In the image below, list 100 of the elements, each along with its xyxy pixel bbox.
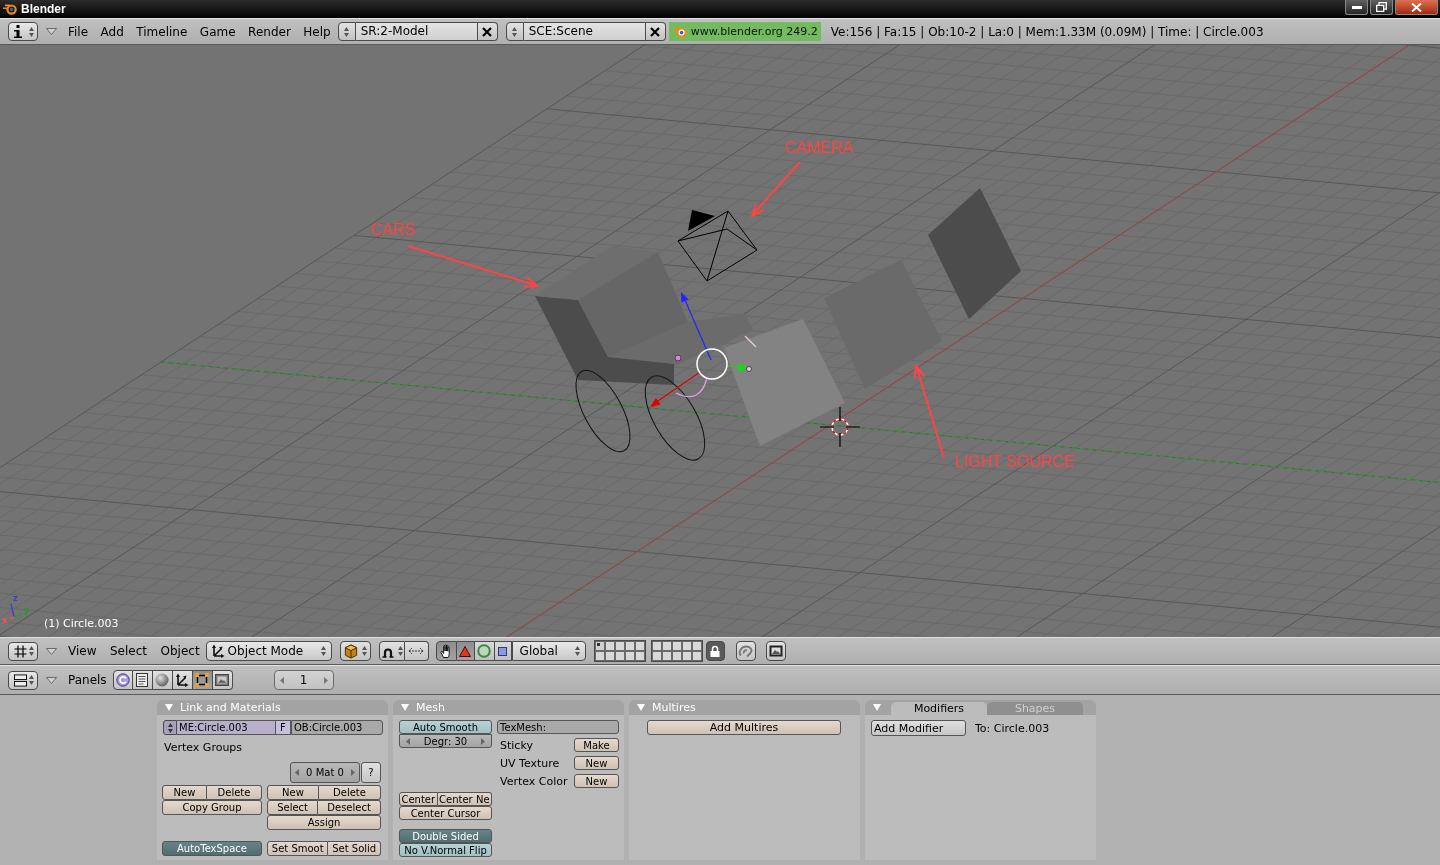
center-new-button[interactable]: Center Ne bbox=[437, 792, 492, 806]
material-index-field[interactable]: 0 Mat 0 bbox=[290, 762, 360, 783]
layer-button[interactable] bbox=[691, 641, 702, 651]
3d-viewport[interactable]: CARS CAMERA LIGHT SOURCE z y x (1) Circle.003 bbox=[0, 45, 1440, 637]
panels-menu[interactable]: Panels bbox=[68, 673, 107, 687]
layer-button[interactable] bbox=[594, 651, 605, 661]
tex-mesh-field[interactable]: TexMesh: bbox=[497, 720, 619, 734]
manipulator-button[interactable] bbox=[474, 641, 495, 661]
manipulator-ring[interactable] bbox=[696, 348, 728, 380]
context-button[interactable] bbox=[192, 670, 213, 690]
center-button[interactable]: Center bbox=[399, 792, 438, 806]
material-delete-button[interactable]: Delete bbox=[319, 785, 381, 800]
x-axis-arrow[interactable] bbox=[650, 371, 701, 407]
lock-button[interactable] bbox=[705, 641, 725, 661]
browse-button[interactable] bbox=[163, 720, 177, 735]
context-button[interactable] bbox=[212, 670, 233, 690]
copy-group-button[interactable]: Copy Group bbox=[162, 800, 262, 815]
fake-user-button[interactable]: F bbox=[276, 720, 291, 735]
minimize-button[interactable] bbox=[1345, 0, 1368, 15]
object-name-field[interactable]: OB:Circle.003 bbox=[291, 720, 383, 735]
layer-button[interactable] bbox=[661, 651, 672, 661]
editor-type-button[interactable] bbox=[8, 641, 38, 661]
layer-button[interactable] bbox=[634, 641, 645, 651]
menu-item[interactable]: Object bbox=[160, 644, 200, 658]
layer-button[interactable] bbox=[614, 651, 625, 661]
right-arrow-icon[interactable] bbox=[323, 676, 328, 684]
manipulator-button[interactable] bbox=[456, 641, 475, 661]
assign-button[interactable]: Assign bbox=[267, 815, 381, 830]
row-action-button[interactable]: New bbox=[574, 774, 619, 788]
panel-tab[interactable]: Modifiers bbox=[891, 702, 987, 715]
layer-button[interactable] bbox=[661, 641, 672, 651]
right-arrow-icon[interactable] bbox=[481, 737, 485, 745]
auto-tex-space-toggle[interactable]: AutoTexSpace bbox=[162, 841, 262, 856]
mesh-option-toggle[interactable]: Double Sided bbox=[399, 829, 492, 843]
mesh-option-toggle[interactable]: No V.Normal Flip bbox=[399, 843, 492, 857]
layer-button[interactable] bbox=[651, 641, 662, 651]
layer-button[interactable] bbox=[594, 641, 605, 651]
menu-item[interactable]: View bbox=[68, 644, 97, 658]
right-arrow-icon[interactable] bbox=[351, 769, 355, 776]
layer-button[interactable] bbox=[604, 641, 615, 651]
menu-item[interactable]: Timeline bbox=[136, 24, 188, 39]
mode-dropdown[interactable]: Object Mode bbox=[205, 641, 332, 661]
degree-field[interactable]: Degr: 30 bbox=[399, 734, 492, 748]
browse-button[interactable] bbox=[505, 22, 524, 41]
row-action-button[interactable]: New bbox=[574, 756, 619, 770]
menu-item[interactable]: Game bbox=[199, 24, 236, 39]
left-arrow-icon[interactable] bbox=[406, 737, 410, 745]
panel-header[interactable]: Modifiers Shapes bbox=[865, 700, 1096, 715]
draw-type-button[interactable] bbox=[339, 641, 371, 661]
layer-button[interactable] bbox=[691, 651, 702, 661]
editor-type-button[interactable] bbox=[8, 670, 38, 690]
scene-name-field[interactable]: SCE:Scene bbox=[523, 22, 646, 41]
menu-triangle-icon[interactable] bbox=[46, 676, 57, 684]
maximize-button[interactable] bbox=[1370, 0, 1393, 15]
layer-button[interactable] bbox=[614, 641, 625, 651]
layer-button[interactable] bbox=[624, 641, 635, 651]
link-button[interactable] bbox=[735, 641, 756, 661]
add-multires-button[interactable]: Add Multires bbox=[647, 720, 841, 735]
layer-button[interactable] bbox=[624, 651, 635, 661]
layer-button[interactable] bbox=[651, 651, 662, 661]
close-button[interactable] bbox=[1395, 0, 1438, 15]
left-arrow-icon[interactable] bbox=[295, 769, 299, 776]
layer-button[interactable] bbox=[681, 641, 692, 651]
context-button[interactable] bbox=[112, 670, 133, 690]
manipulator-button[interactable] bbox=[435, 641, 457, 661]
editor-type-button[interactable] bbox=[8, 22, 38, 41]
menu-item[interactable]: Add bbox=[100, 24, 124, 39]
pivot-button[interactable] bbox=[378, 641, 405, 661]
render-button[interactable] bbox=[765, 641, 786, 661]
set-smooth-button[interactable]: Set Smoot bbox=[267, 841, 329, 856]
auto-smooth-toggle[interactable]: Auto Smooth bbox=[399, 720, 492, 734]
menu-triangle-icon[interactable] bbox=[46, 28, 57, 35]
orientation-dropdown[interactable]: Global bbox=[511, 641, 586, 661]
layer-button[interactable] bbox=[681, 651, 692, 661]
material-new-button[interactable]: New bbox=[267, 785, 319, 800]
menu-item[interactable]: Render bbox=[248, 24, 291, 39]
select-button[interactable]: Select bbox=[267, 800, 319, 815]
layer-button[interactable] bbox=[671, 651, 682, 661]
layer-button[interactable] bbox=[604, 651, 615, 661]
menu-triangle-icon[interactable] bbox=[46, 647, 57, 655]
snap-button[interactable] bbox=[404, 641, 429, 661]
browse-button[interactable] bbox=[337, 22, 356, 41]
menu-item[interactable]: Help bbox=[303, 24, 331, 39]
group-delete-button[interactable]: Delete bbox=[207, 785, 262, 800]
add-modifier-button[interactable]: Add Modifier bbox=[871, 720, 966, 736]
context-button[interactable] bbox=[132, 670, 153, 690]
menu-item[interactable]: File bbox=[68, 24, 89, 39]
set-solid-button[interactable]: Set Solid bbox=[328, 841, 381, 856]
context-button[interactable] bbox=[152, 670, 173, 690]
frame-field[interactable]: 1 bbox=[273, 670, 334, 690]
screen-name-field[interactable]: SR:2-Model bbox=[355, 22, 478, 41]
center-cursor-button[interactable]: Center Cursor bbox=[399, 806, 492, 820]
layer-button[interactable] bbox=[634, 651, 645, 661]
left-arrow-icon[interactable] bbox=[279, 676, 284, 684]
mesh-name-field[interactable]: ME:Circle.003 bbox=[177, 720, 276, 735]
layer-button[interactable] bbox=[671, 641, 682, 651]
deselect-button[interactable]: Deselect bbox=[318, 800, 381, 815]
context-button[interactable] bbox=[172, 670, 193, 690]
menu-item[interactable]: Select bbox=[110, 644, 147, 658]
group-new-button[interactable]: New bbox=[162, 785, 207, 800]
